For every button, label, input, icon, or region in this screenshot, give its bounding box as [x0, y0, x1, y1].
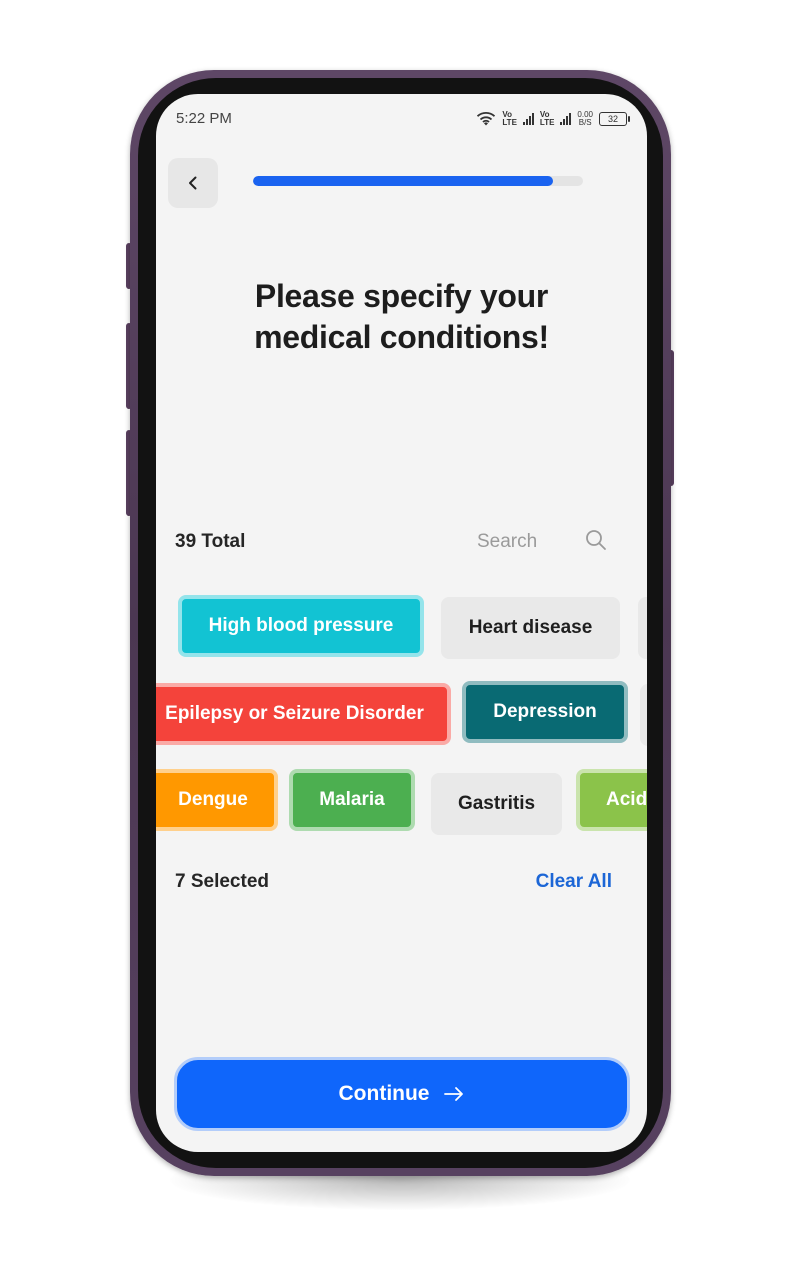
wifi-icon: [477, 112, 496, 126]
status-time: 5:22 PM: [176, 109, 232, 127]
chip-dengue[interactable]: Dengue: [156, 769, 278, 831]
battery-level: 32: [607, 114, 618, 124]
volte-icon-2: Vo LTE: [539, 110, 555, 127]
progress-fill: [253, 176, 554, 186]
battery-icon: 32: [599, 112, 630, 126]
chip-high-blood-pressure[interactable]: High blood pressure: [178, 595, 424, 657]
back-button[interactable]: [168, 158, 218, 208]
clear-all-button[interactable]: Clear All: [536, 871, 612, 893]
chevron-left-icon: [189, 176, 197, 190]
chip-depression[interactable]: Depression: [462, 681, 628, 743]
chip-acid[interactable]: Acid: [576, 769, 647, 831]
chip-heart-disease[interactable]: Heart disease: [441, 597, 620, 659]
chip-epilepsy-or-seizure-disorder[interactable]: Epilepsy or Seizure Disorder: [156, 683, 451, 745]
status-bar: 5:22 PM Vo LTE Vo LTE 0.00 B/S 32: [156, 94, 647, 144]
status-icons: Vo LTE Vo LTE 0.00 B/S 32: [476, 110, 630, 127]
chip-gastritis[interactable]: Gastritis: [431, 773, 562, 835]
app-screen: 5:22 PM Vo LTE Vo LTE 0.00 B/S 32 Please…: [156, 94, 647, 1152]
chip-malaria[interactable]: Malaria: [289, 769, 415, 831]
chip-partial-offscreen-2[interactable]: [640, 684, 647, 746]
selected-count: 7 Selected: [175, 871, 269, 892]
continue-label: Continue: [338, 1082, 430, 1105]
arrow-right-icon: [444, 1087, 464, 1101]
chip-partial-offscreen[interactable]: [638, 597, 647, 659]
volte-icon-1: Vo LTE: [502, 110, 517, 127]
continue-button[interactable]: Continue: [174, 1057, 630, 1131]
page-title: Please specify your medical conditions!: [254, 278, 549, 355]
search-icon[interactable]: [584, 528, 608, 552]
signal-icon-1: [522, 113, 534, 125]
progress-bar: [253, 176, 583, 186]
search-input[interactable]: Search: [477, 531, 537, 553]
total-count: 39 Total: [175, 531, 246, 552]
signal-icon-2: [560, 113, 572, 125]
network-speed: 0.00 B/S: [577, 110, 593, 127]
